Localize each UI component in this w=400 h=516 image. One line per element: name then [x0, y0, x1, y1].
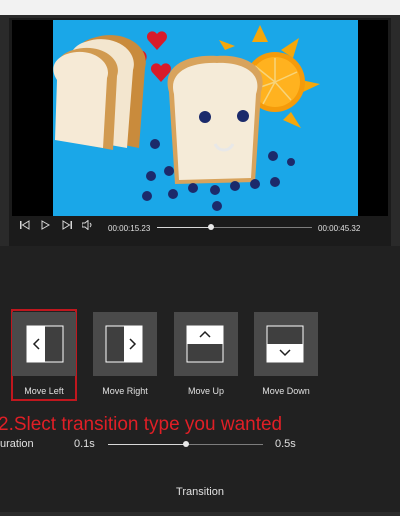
panel-title: Transition [176, 486, 224, 498]
duration-min-label: 0.1s [74, 438, 95, 450]
skip-back-icon[interactable] [20, 220, 30, 230]
bread-face [167, 55, 263, 184]
play-icon[interactable] [41, 220, 50, 230]
seek-bar-thumb[interactable] [208, 224, 215, 230]
player-left-gutter [0, 18, 9, 246]
skip-forward-icon[interactable] [62, 220, 72, 230]
seek-bar[interactable] [157, 224, 312, 230]
move-down-icon [266, 325, 304, 363]
transition-move-up[interactable] [174, 312, 238, 376]
player-right-gutter [391, 18, 400, 246]
bottom-divider [0, 512, 400, 516]
current-time: 00:00:15.23 [108, 224, 151, 233]
duration-label: uration [0, 438, 34, 450]
bread-stack [53, 35, 146, 150]
transition-label-move-left: Move Left [24, 386, 64, 396]
volume-icon[interactable] [82, 220, 93, 230]
window-top-bar [0, 0, 400, 15]
duration-slider-fill [108, 444, 186, 445]
transition-label-move-down: Move Down [262, 386, 310, 396]
duration-slider[interactable] [108, 441, 263, 447]
transition-move-left[interactable] [12, 312, 76, 376]
transition-label-move-right: Move Right [102, 386, 148, 396]
duration-max-label: 0.5s [275, 438, 296, 450]
playback-controls: 00:00:15.23 00:00:45.32 [12, 216, 388, 240]
instruction-annotation: 2.Slect transition type you wanted [0, 414, 283, 435]
video-preview-image [53, 20, 358, 216]
seek-bar-fill [157, 227, 212, 228]
transition-label-move-up: Move Up [187, 386, 224, 396]
video-frame [12, 20, 388, 216]
move-up-icon [186, 325, 224, 363]
transition-move-right[interactable] [93, 312, 157, 376]
transition-move-down[interactable] [254, 312, 318, 376]
move-left-icon [26, 325, 64, 363]
duration-slider-thumb[interactable] [182, 441, 189, 447]
move-right-icon [105, 325, 143, 363]
total-time: 00:00:45.32 [318, 224, 361, 233]
